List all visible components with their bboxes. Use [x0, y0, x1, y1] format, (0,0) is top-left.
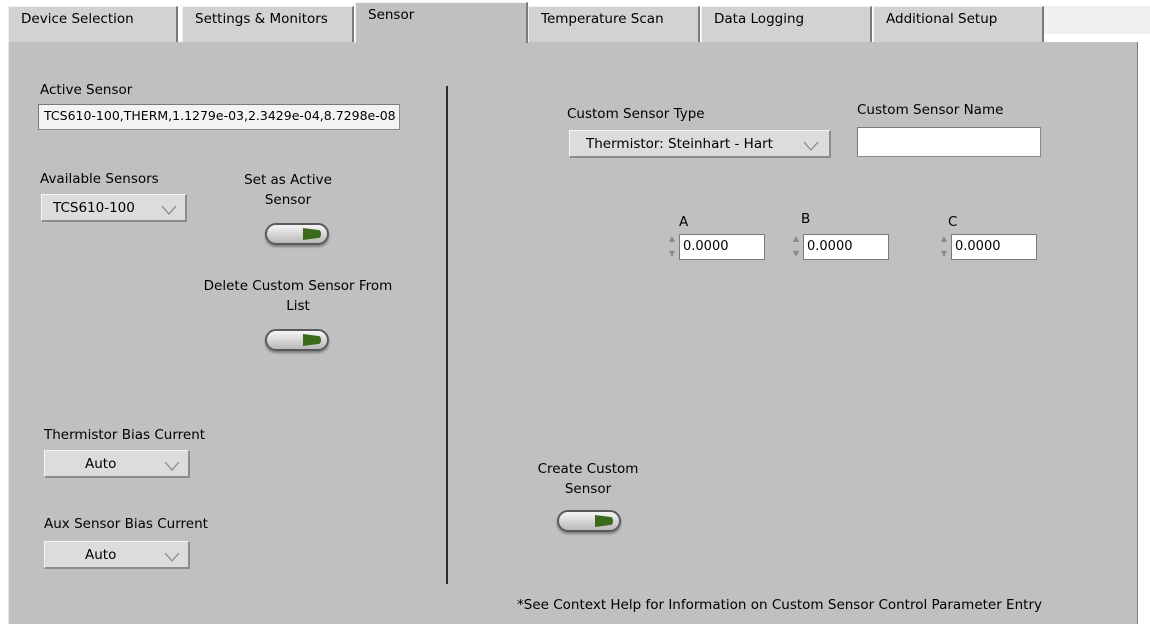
coef-a-label: A	[679, 214, 689, 230]
tab-label: Additional Setup	[886, 11, 998, 27]
create-custom-sensor-button[interactable]	[557, 510, 621, 532]
help-note: *See Context Help for Information on Cus…	[517, 597, 1042, 613]
delete-custom-sensor-label: Delete Custom Sensor From List	[203, 278, 393, 314]
tab-sensor[interactable]: Sensor	[355, 2, 528, 43]
column-divider	[446, 86, 448, 584]
coef-b-stepper[interactable]: ▲ ▼	[789, 232, 803, 262]
coef-c-control[interactable]: ▲ ▼ 0.0000	[937, 232, 1039, 262]
tab-label: Device Selection	[21, 11, 134, 27]
custom-sensor-type-label: Custom Sensor Type	[567, 106, 705, 122]
available-sensors-label: Available Sensors	[40, 171, 159, 187]
tab-additional-setup[interactable]: Additional Setup	[873, 6, 1044, 42]
coef-c-label: C	[948, 214, 958, 230]
led-indicator	[595, 515, 613, 527]
increment-icon[interactable]: ▲	[665, 232, 679, 246]
decrement-icon[interactable]: ▼	[665, 247, 679, 261]
increment-icon[interactable]: ▲	[937, 232, 951, 246]
tab-temperature-scan[interactable]: Temperature Scan	[528, 6, 700, 42]
led-indicator	[303, 228, 321, 240]
coef-a-control[interactable]: ▲ ▼ 0.0000	[665, 232, 767, 262]
coef-b-label: B	[801, 211, 811, 227]
tab-label: Sensor	[368, 7, 415, 23]
tab-label: Data Logging	[714, 11, 805, 27]
tab-settings-monitors[interactable]: Settings & Monitors	[182, 6, 354, 42]
custom-sensor-type-value: Thermistor: Steinhart - Hart	[586, 136, 773, 152]
active-sensor-label: Active Sensor	[40, 82, 133, 98]
aux-bias-dropdown[interactable]: Auto	[44, 541, 190, 569]
led-indicator	[303, 334, 321, 346]
delete-custom-sensor-button[interactable]	[265, 329, 329, 351]
decrement-icon[interactable]: ▼	[937, 247, 951, 261]
custom-sensor-name-label: Custom Sensor Name	[857, 102, 1004, 118]
coef-b-control[interactable]: ▲ ▼ 0.0000	[789, 232, 891, 262]
thermistor-bias-dropdown[interactable]: Auto	[44, 450, 190, 478]
aux-bias-label: Aux Sensor Bias Current	[44, 516, 208, 532]
set-active-button[interactable]	[265, 223, 329, 245]
set-active-label: Set as Active Sensor	[244, 172, 332, 208]
active-sensor-display: TCS610-100,THERM,1.1279e-03,2.3429e-04,8…	[38, 104, 400, 130]
coef-c-input[interactable]: 0.0000	[951, 234, 1037, 260]
tab-label: Settings & Monitors	[195, 11, 328, 27]
increment-icon[interactable]: ▲	[789, 232, 803, 246]
available-sensors-dropdown[interactable]: TCS610-100	[41, 194, 187, 222]
coef-c-stepper[interactable]: ▲ ▼	[937, 232, 951, 262]
coef-b-input[interactable]: 0.0000	[803, 234, 889, 260]
tab-bar-spacer	[1044, 6, 1150, 34]
custom-sensor-name-input[interactable]	[857, 127, 1041, 157]
create-custom-sensor-label: Create Custom Sensor	[537, 461, 639, 497]
tab-data-logging[interactable]: Data Logging	[701, 6, 872, 42]
aux-bias-value: Auto	[85, 547, 117, 563]
tab-bar: Device Selection Settings & Monitors Sen…	[0, 0, 1150, 43]
custom-sensor-type-dropdown[interactable]: Thermistor: Steinhart - Hart	[569, 130, 831, 158]
coef-a-input[interactable]: 0.0000	[679, 234, 765, 260]
coef-a-stepper[interactable]: ▲ ▼	[665, 232, 679, 262]
decrement-icon[interactable]: ▼	[789, 247, 803, 261]
tab-label: Temperature Scan	[541, 11, 664, 27]
tab-device-selection[interactable]: Device Selection	[8, 6, 178, 42]
thermistor-bias-value: Auto	[85, 456, 117, 472]
thermistor-bias-label: Thermistor Bias Current	[44, 427, 206, 443]
available-sensors-value: TCS610-100	[53, 200, 135, 216]
